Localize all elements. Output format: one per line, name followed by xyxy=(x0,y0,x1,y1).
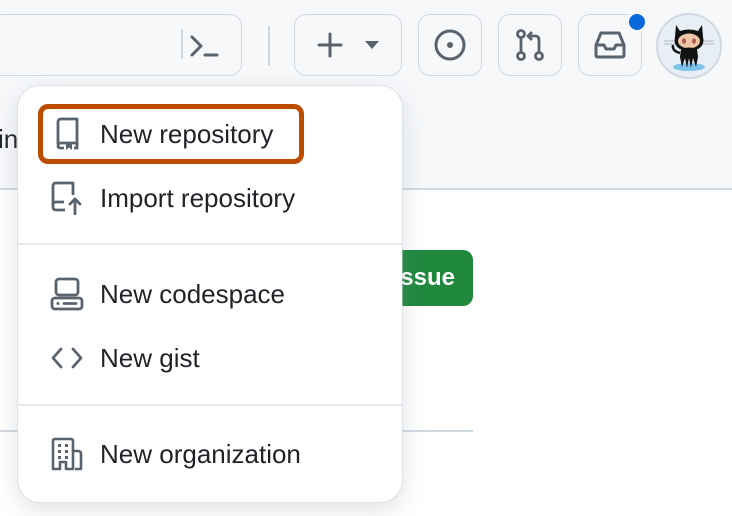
menu-divider xyxy=(18,404,402,406)
create-new-menu: New repository Import repository New cod… xyxy=(18,86,402,502)
code-icon xyxy=(50,341,84,375)
menu-divider xyxy=(18,243,402,245)
create-new-button[interactable] xyxy=(294,14,402,76)
avatar[interactable] xyxy=(656,13,722,79)
header-divider xyxy=(268,26,270,66)
menu-item-new-repository[interactable]: New repository xyxy=(36,106,384,162)
issues-button[interactable] xyxy=(418,14,482,76)
organization-icon xyxy=(50,437,84,471)
new-issue-label: ssue xyxy=(400,264,455,291)
menu-item-import-repository[interactable]: Import repository xyxy=(36,170,384,226)
issue-opened-icon xyxy=(433,28,467,62)
terminal-icon[interactable] xyxy=(189,31,223,61)
menu-item-new-organization[interactable]: New organization xyxy=(36,426,384,482)
menu-item-label: New repository xyxy=(100,118,274,149)
repo-icon xyxy=(50,117,84,151)
notification-indicator xyxy=(627,12,647,32)
search-divider xyxy=(181,29,183,59)
triangle-down-icon xyxy=(364,40,380,50)
pull-requests-button[interactable] xyxy=(498,14,562,76)
background-tab-text: in xyxy=(0,124,19,154)
codespaces-icon xyxy=(50,277,84,311)
git-pull-request-icon xyxy=(513,28,547,62)
inbox-icon xyxy=(593,30,627,60)
menu-item-label: New organization xyxy=(100,438,301,469)
menu-item-label: New codespace xyxy=(100,278,285,309)
menu-item-new-gist[interactable]: New gist xyxy=(36,330,384,386)
octocat-icon xyxy=(664,25,714,71)
plus-icon xyxy=(316,31,344,59)
menu-item-new-codespace[interactable]: New codespace xyxy=(36,266,384,322)
menu-item-label: New gist xyxy=(100,342,200,373)
search-input[interactable] xyxy=(0,14,242,76)
menu-item-label: Import repository xyxy=(100,182,296,213)
repo-push-icon xyxy=(50,181,84,215)
